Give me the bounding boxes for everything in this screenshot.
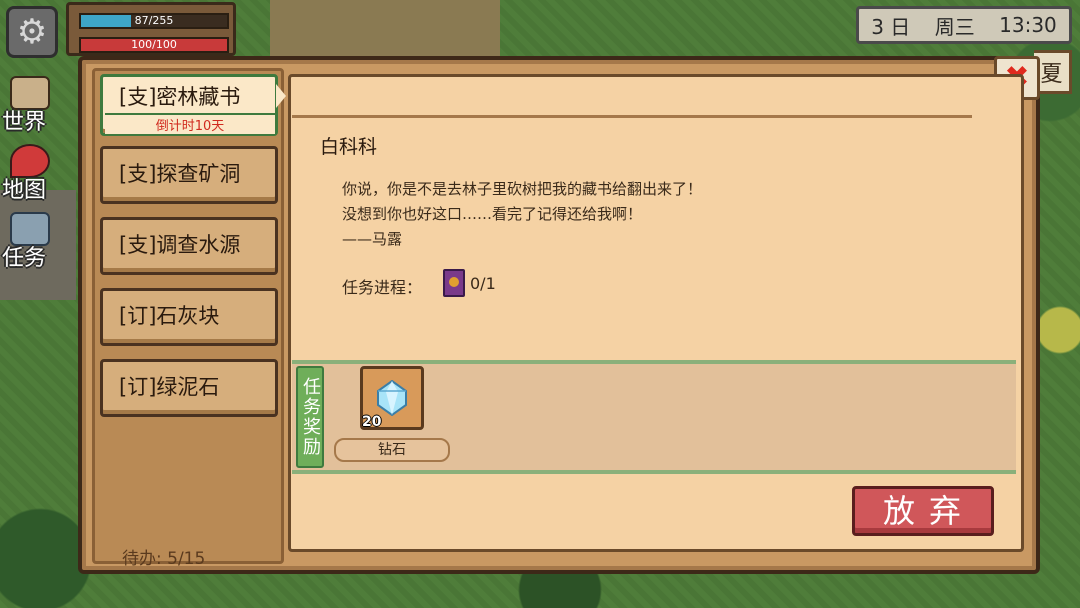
player-stats: 87/255 100/100 [66, 2, 236, 56]
side-menu-label: 任务 [2, 246, 47, 271]
season-text: 夏 [1040, 62, 1063, 87]
reward-count: 20 [362, 414, 382, 430]
energy-text: 87/255 [134, 14, 174, 27]
quest-item-active[interactable]: [支]密林藏书 倒计时10天 [100, 74, 278, 136]
settings-button[interactable]: ⚙ [6, 6, 58, 58]
time-text: 13:30 [999, 13, 1057, 37]
quest-title: [订]绿泥石 [119, 375, 220, 399]
quest-title: [支]密林藏书 [119, 85, 241, 109]
quest-item[interactable]: [订]绿泥石 [100, 359, 278, 417]
quest-item[interactable]: [支]探查矿洞 [100, 146, 278, 204]
quest-item[interactable]: [订]石灰块 [100, 288, 278, 346]
health-text: 100/100 [131, 38, 177, 51]
quest-title: [支]调查水源 [119, 233, 241, 257]
quest-countdown: 倒计时10天 [105, 113, 275, 134]
side-menu-quest[interactable]: 任务 [0, 212, 64, 272]
side-menu-label: 世界 [2, 110, 47, 135]
side-menu-label: 地图 [2, 178, 47, 203]
side-menu-map[interactable]: 地图 [0, 144, 64, 204]
health-bar: 100/100 [79, 37, 229, 53]
weekday-text: 周三 [934, 14, 975, 39]
book-icon [443, 269, 465, 297]
quest-description-line: 你说，你是不是去林子里砍树把我的藏书给翻出来了！ [342, 180, 703, 198]
progress-label: 任务进程： [342, 278, 423, 297]
quest-description-line: 没想到你也好这口……看完了记得还给我啊！ [342, 205, 643, 223]
diamond-icon [377, 380, 407, 416]
progress-value: 0/1 [470, 274, 496, 293]
reward-name: 钻石 [334, 438, 450, 462]
energy-bar: 87/255 [79, 13, 229, 29]
day-text: 3 日 [871, 14, 911, 39]
gear-icon: ⚙ [16, 12, 48, 52]
npc-name: 白科科 [320, 136, 378, 158]
selection-pointer [276, 84, 286, 108]
side-menu-world[interactable]: 世界 [0, 76, 64, 136]
detail-header-tab [292, 78, 972, 118]
abandon-button[interactable]: 放弃 [852, 486, 994, 536]
quest-detail-panel [288, 74, 1024, 552]
quest-description-line: ——马露 [342, 230, 403, 248]
quest-title: [订]石灰块 [119, 304, 220, 328]
date-time-panel: 3 日 周三 13:30 [856, 6, 1072, 44]
quest-title: [支]探查矿洞 [119, 162, 241, 186]
dirt-path [270, 0, 500, 56]
quest-item[interactable]: [支]调查水源 [100, 217, 278, 275]
pending-count: 待办: 5/15 [122, 549, 206, 569]
reward-section-label: 任务奖励 [296, 366, 324, 468]
